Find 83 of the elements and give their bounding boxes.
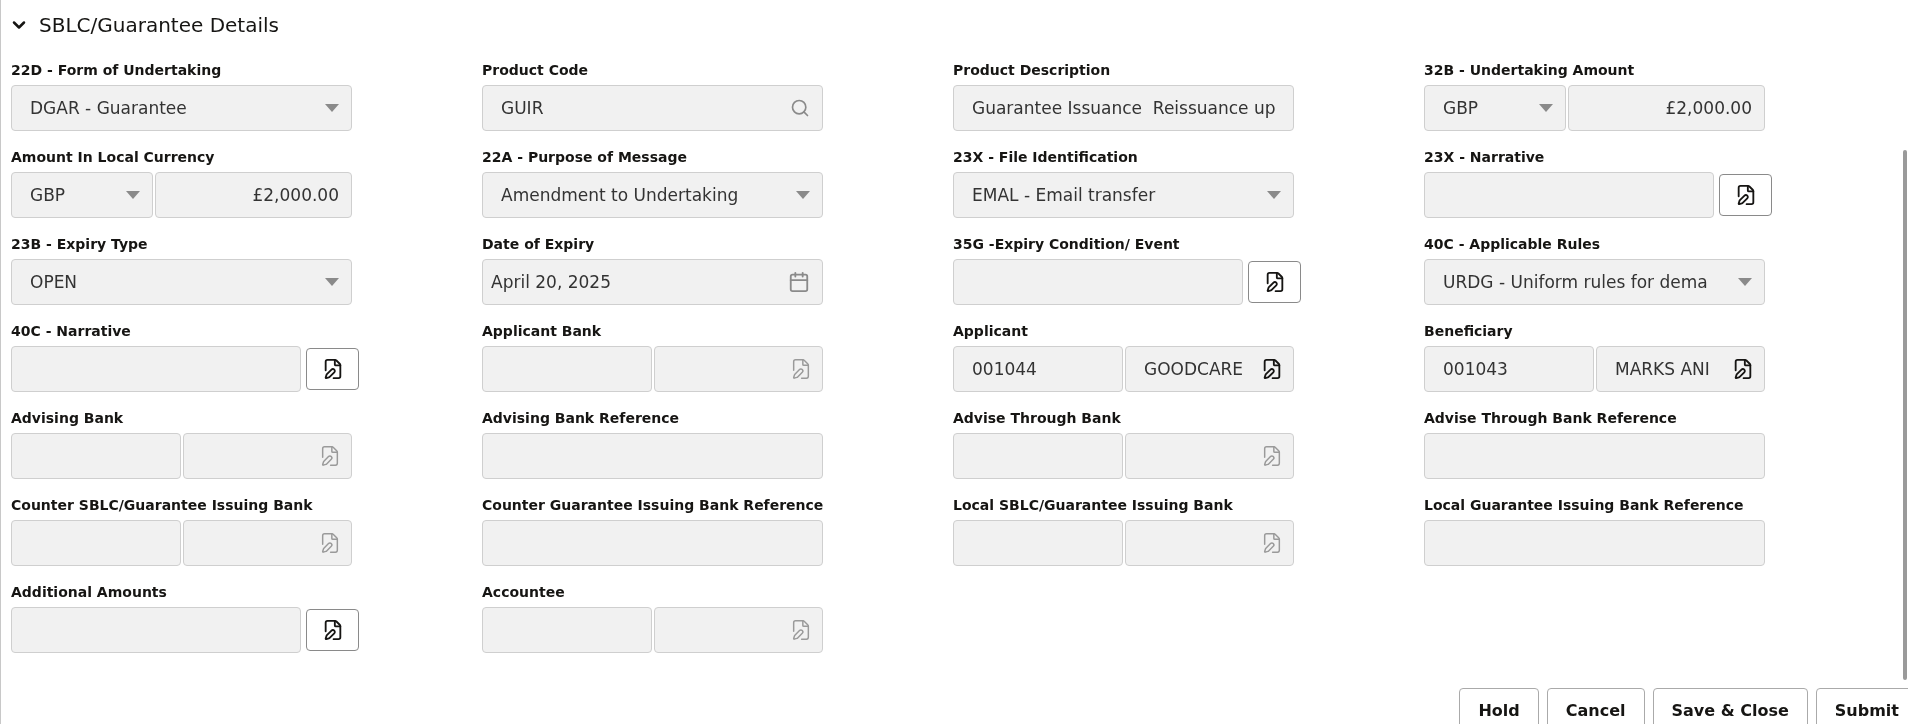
name-field[interactable] <box>183 433 352 479</box>
field-label: Product Code <box>482 62 590 80</box>
dropdown-caret-icon <box>325 104 339 112</box>
field-label: 40C - Applicable Rules <box>1424 236 1602 254</box>
dropdown-field[interactable]: URDG - Uniform rules for dema <box>1424 259 1765 305</box>
field-label: 35G -Expiry Condition/ Event <box>953 236 1181 254</box>
field-label: Advise Through Bank Reference <box>1424 410 1678 428</box>
field-label: 23X - Narrative <box>1424 149 1546 167</box>
code-field[interactable] <box>953 520 1123 566</box>
code-field[interactable] <box>482 346 652 392</box>
field-label: Local Guarantee Issuing Bank Reference <box>1424 497 1745 515</box>
field-label: Advise Through Bank <box>953 410 1122 428</box>
edit-button[interactable] <box>306 348 359 390</box>
name-field[interactable]: MARKS ANI <box>1596 346 1765 392</box>
code-field[interactable] <box>11 520 181 566</box>
input-field[interactable] <box>11 607 301 653</box>
dropdown-caret-icon <box>1539 104 1553 112</box>
field-label: Advising Bank Reference <box>482 410 681 428</box>
name-field[interactable] <box>654 607 823 653</box>
name-field[interactable] <box>1125 520 1294 566</box>
code-field[interactable] <box>11 433 181 479</box>
field-label: Counter SBLC/Guarantee Issuing Bank <box>11 497 314 515</box>
input-field[interactable] <box>11 346 301 392</box>
dropdown-caret-icon <box>1738 278 1752 286</box>
field-label: Amount In Local Currency <box>11 149 216 167</box>
field-label: Additional Amounts <box>11 584 168 602</box>
date-field[interactable]: April 20, 2025 <box>482 259 823 305</box>
dropdown-field[interactable]: EMAL - Email transfer <box>953 172 1294 218</box>
search-field[interactable]: GUIR <box>482 85 823 131</box>
edit-button[interactable] <box>1719 174 1772 216</box>
field-label: Beneficiary <box>1424 323 1514 341</box>
amount-field[interactable]: £2,000.00 <box>155 172 352 218</box>
input-field[interactable] <box>1424 172 1714 218</box>
scrollbar[interactable] <box>1903 150 1907 680</box>
dropdown-caret-icon <box>796 191 810 199</box>
input-field[interactable] <box>1424 520 1765 566</box>
name-field[interactable]: GOODCARE <box>1125 346 1294 392</box>
field-label: Accountee <box>482 584 566 602</box>
name-field[interactable] <box>654 346 823 392</box>
field-label: 40C - Narrative <box>11 323 132 341</box>
action-button[interactable]: Cancel <box>1546 688 1645 724</box>
dropdown-caret-icon <box>126 191 140 199</box>
currency-dropdown[interactable]: GBP <box>1424 85 1566 131</box>
currency-dropdown[interactable]: GBP <box>11 172 153 218</box>
amount-field[interactable]: £2,000.00 <box>1568 85 1765 131</box>
search-icon[interactable] <box>790 98 810 118</box>
field-label: Counter Guarantee Issuing Bank Reference <box>482 497 825 515</box>
field-label: Applicant <box>953 323 1029 341</box>
calendar-icon[interactable] <box>788 271 810 293</box>
action-button[interactable]: Save & Close <box>1652 688 1808 724</box>
code-field[interactable]: 001043 <box>1424 346 1594 392</box>
field-label: 32B - Undertaking Amount <box>1424 62 1636 80</box>
document-edit-icon[interactable] <box>1732 358 1754 380</box>
edit-button[interactable] <box>1248 261 1301 303</box>
input-field[interactable] <box>482 520 823 566</box>
field-label: Advising Bank <box>11 410 125 428</box>
field-label: Applicant Bank <box>482 323 603 341</box>
action-button[interactable]: Submit <box>1815 688 1908 724</box>
code-field[interactable]: 001044 <box>953 346 1123 392</box>
input-field[interactable] <box>482 433 823 479</box>
field-label: Date of Expiry <box>482 236 596 254</box>
dropdown-caret-icon <box>325 278 339 286</box>
action-button[interactable]: Hold <box>1459 688 1539 724</box>
section-title: SBLC/Guarantee Details <box>39 13 279 37</box>
field-label: 23B - Expiry Type <box>11 236 149 254</box>
input-field[interactable]: Guarantee Issuance Reissuance up <box>953 85 1294 131</box>
name-field[interactable] <box>183 520 352 566</box>
name-field[interactable] <box>1125 433 1294 479</box>
dropdown-field[interactable]: Amendment to Undertaking <box>482 172 823 218</box>
dropdown-field[interactable]: OPEN <box>11 259 352 305</box>
input-field[interactable] <box>1424 433 1765 479</box>
dropdown-caret-icon <box>1267 191 1281 199</box>
edit-button[interactable] <box>306 609 359 651</box>
field-label: 23X - File Identification <box>953 149 1139 167</box>
document-edit-icon[interactable] <box>1261 358 1283 380</box>
field-label: Local SBLC/Guarantee Issuing Bank <box>953 497 1234 515</box>
field-label: 22A - Purpose of Message <box>482 149 688 167</box>
field-label: Product Description <box>953 62 1112 80</box>
code-field[interactable] <box>482 607 652 653</box>
dropdown-field[interactable]: DGAR - Guarantee <box>11 85 352 131</box>
code-field[interactable] <box>953 433 1123 479</box>
input-field[interactable] <box>953 259 1243 305</box>
field-label: 22D - Form of Undertaking <box>11 62 223 80</box>
